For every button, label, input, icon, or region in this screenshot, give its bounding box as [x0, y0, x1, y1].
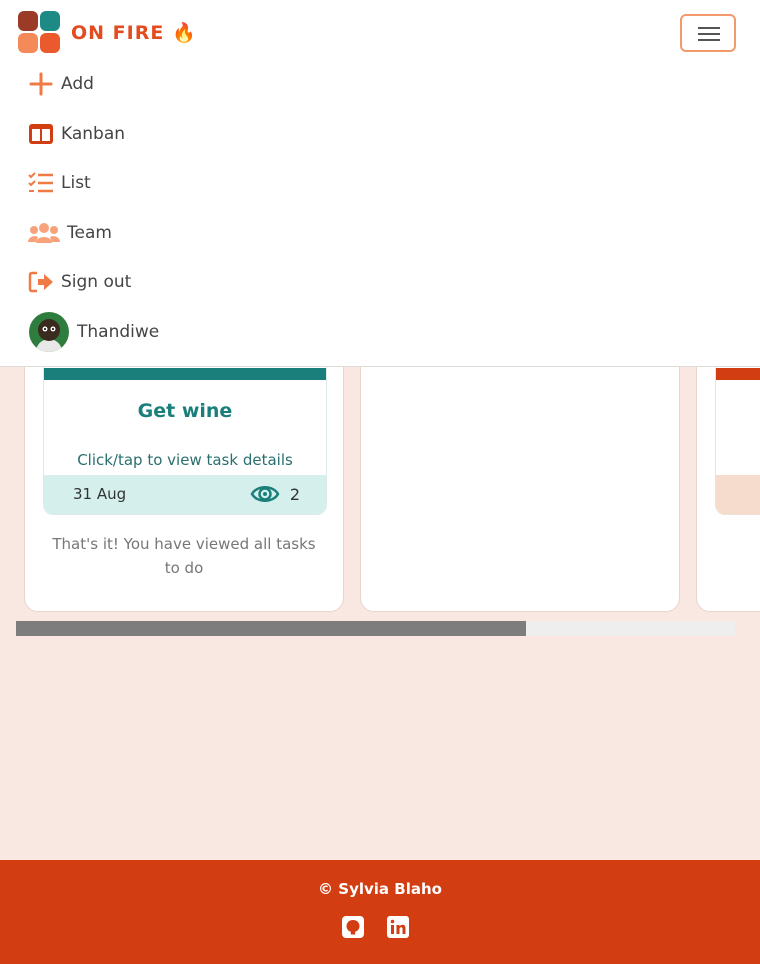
task-card-partial[interactable]	[715, 341, 760, 515]
nav-item-label: Sign out	[61, 272, 132, 292]
brand-link[interactable]: ON FIRE 🔥	[18, 11, 197, 53]
hamburger-icon	[698, 27, 720, 29]
task-views: 2	[250, 481, 300, 507]
horizontal-scrollbar[interactable]	[16, 621, 735, 636]
kanban-icon	[27, 120, 55, 148]
navbar: ON FIRE 🔥 Add Kanban List Team Sign out	[0, 0, 760, 367]
task-title: Get wine	[137, 400, 233, 422]
task-card-color-bar	[716, 368, 760, 380]
scrollbar-thumb[interactable]	[16, 621, 527, 636]
all-viewed-message: That's it! You have viewed all tasks to …	[52, 535, 316, 577]
linkedin-icon	[387, 916, 409, 938]
sign-out-icon	[27, 268, 55, 296]
task-due-date: 31 Aug	[73, 485, 127, 503]
task-card-color-bar	[44, 368, 326, 380]
users-icon	[27, 219, 61, 247]
avatar	[29, 312, 69, 352]
nav-item-label: List	[61, 173, 91, 193]
nav-item-list[interactable]: List	[27, 168, 91, 198]
eye-icon	[250, 486, 280, 502]
nav-item-label: Add	[61, 74, 94, 94]
menu-toggle-button[interactable]	[680, 14, 736, 52]
nav-item-user[interactable]: Thandiwe	[29, 312, 159, 352]
linkedin-link[interactable]	[386, 915, 410, 939]
nav-item-team[interactable]: Team	[27, 218, 112, 248]
nav-item-sign-out[interactable]: Sign out	[27, 267, 131, 297]
checklist-icon	[27, 169, 55, 197]
brand-name: ON FIRE 🔥	[71, 21, 197, 44]
task-card-footer: 31 Aug 2	[44, 475, 326, 514]
app-logo-icon	[18, 11, 60, 53]
nav-item-add[interactable]: Add	[27, 69, 94, 99]
footer: © Sylvia Blaho	[0, 860, 760, 964]
nav-item-label: Kanban	[61, 124, 126, 144]
copyright-text: © Sylvia Blaho	[318, 880, 442, 898]
github-link[interactable]	[341, 915, 365, 939]
nav-item-kanban[interactable]: Kanban	[27, 119, 125, 149]
task-card[interactable]: Get wine Click/tap to view task details …	[43, 341, 327, 515]
task-views-count: 2	[289, 484, 300, 504]
task-hint: Click/tap to view task details	[77, 451, 293, 469]
github-icon	[342, 916, 364, 938]
plus-icon	[27, 70, 55, 98]
user-name: Thandiwe	[77, 322, 160, 342]
nav-item-label: Team	[67, 223, 112, 243]
task-card-footer	[716, 475, 760, 514]
